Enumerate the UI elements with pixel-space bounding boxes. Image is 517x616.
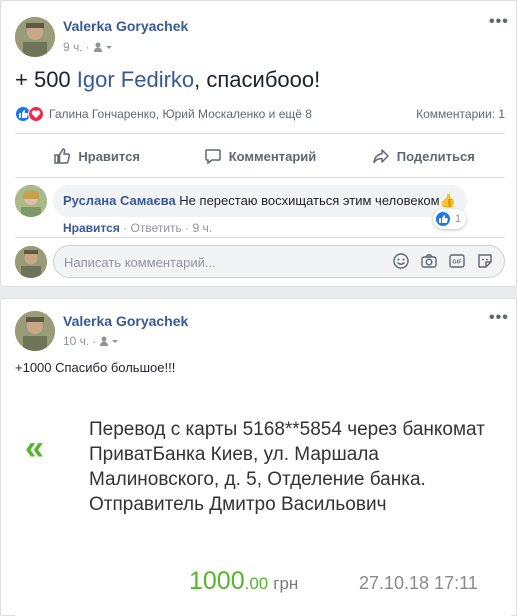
gif-icon[interactable]: GIF	[448, 252, 466, 270]
receipt-date: 27.10.18 17:11	[359, 573, 478, 593]
comment-bubble: Руслана Самаєва Не перестаю восхищаться …	[53, 185, 467, 217]
post-text: +1000 Спасибо большое!!!	[15, 360, 176, 375]
more-icon[interactable]: •••	[489, 309, 509, 327]
like-button[interactable]: Нравится	[15, 139, 178, 173]
receipt-amount: 1000.00 грн	[189, 567, 299, 595]
current-user-avatar[interactable]	[15, 246, 47, 278]
comment-author[interactable]: Руслана Самаєва	[63, 193, 176, 208]
post-time[interactable]: 10 ч.	[63, 334, 89, 348]
mention-link[interactable]: Igor Fedirko	[77, 67, 194, 92]
comment-button[interactable]: Комментарий	[178, 139, 341, 173]
receipt-image[interactable]: « Перевод с карты 5168**5854 через банко…	[15, 389, 511, 616]
author-avatar[interactable]	[15, 17, 55, 57]
audience-icon[interactable]	[99, 335, 119, 347]
camera-icon[interactable]	[420, 252, 438, 270]
receipt-description: Перевод с карты 5168**5854 через банкома…	[89, 419, 485, 515]
post-time[interactable]: 9 ч.	[63, 40, 83, 54]
comment-tools: GIF	[392, 252, 494, 270]
action-bar: Нравится Комментарий Поделиться	[15, 139, 505, 173]
comment-text: Не перестаю восхищаться этим человеком	[179, 193, 440, 208]
comments-count[interactable]: Комментарии: 1	[416, 107, 505, 121]
like-icon	[54, 148, 71, 164]
comment-links: Нравится · Ответить · 9 ч.	[63, 221, 213, 235]
more-icon[interactable]: •••	[489, 13, 509, 31]
author-name[interactable]: Valerka Goryachek	[63, 18, 188, 34]
comment-like-link[interactable]: Нравится	[63, 221, 120, 235]
post-card-2: Valerka Goryachek 10 ч. · ••• +1000 Спас…	[0, 298, 517, 616]
thumbs-up-emoji: 👍	[439, 193, 456, 208]
author-name[interactable]: Valerka Goryachek	[63, 313, 188, 329]
comment-input-placeholder: Написать комментарий...	[64, 255, 216, 270]
commenter-avatar[interactable]	[15, 185, 47, 217]
like-icon	[435, 211, 451, 227]
divider	[15, 177, 505, 178]
comment-input[interactable]: Написать комментарий... GIF	[53, 245, 505, 278]
comment-time[interactable]: 9 ч.	[193, 221, 213, 235]
emoji-icon[interactable]	[392, 252, 410, 270]
divider	[15, 133, 505, 134]
audience-icon[interactable]	[93, 41, 113, 53]
share-button[interactable]: Поделиться	[342, 139, 505, 173]
author-avatar[interactable]	[15, 311, 55, 351]
chevrons-icon: «	[25, 429, 44, 467]
reaction-names[interactable]: Галина Гончаренко, Юрий Москаленко и ещё…	[49, 107, 312, 121]
post-meta: 10 ч. ·	[63, 334, 119, 348]
comment-reply-link[interactable]: Ответить	[131, 221, 182, 235]
post-card-1: Valerka Goryachek 9 ч. · ••• + 500 Igor …	[0, 0, 517, 287]
reactions-bar: Галина Гончаренко, Юрий Москаленко и ещё…	[15, 105, 505, 123]
comment-reaction-badge[interactable]: 1	[433, 209, 467, 229]
post-meta: 9 ч. ·	[63, 40, 113, 54]
post-text: + 500 Igor Fedirko, спасибооо!	[15, 67, 321, 92]
love-icon[interactable]	[28, 106, 44, 122]
sticker-icon[interactable]	[476, 252, 494, 270]
svg-text:GIF: GIF	[452, 260, 462, 266]
share-icon	[373, 149, 389, 164]
divider	[15, 237, 505, 238]
comment-icon	[204, 149, 221, 165]
